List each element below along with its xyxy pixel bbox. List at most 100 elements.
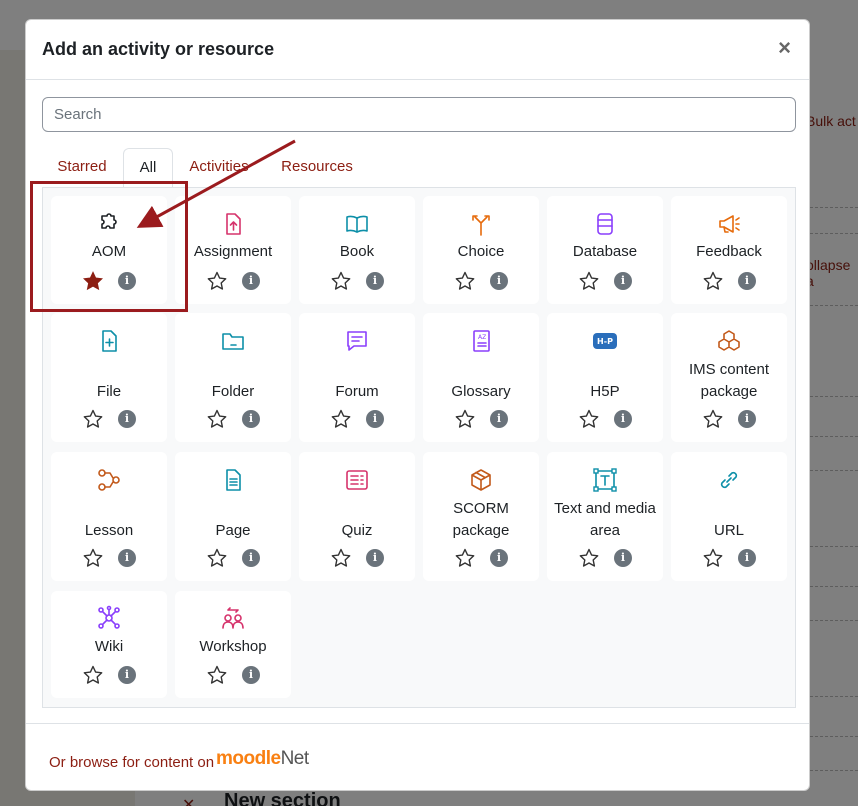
link-icon — [716, 467, 742, 493]
activity-card-workshop[interactable]: Workshop i — [175, 591, 291, 698]
cubes-icon — [716, 328, 742, 354]
info-icon[interactable]: i — [366, 272, 384, 290]
close-button[interactable]: × — [778, 36, 791, 60]
info-icon[interactable]: i — [738, 272, 756, 290]
modal-footer: Or browse for content on moodleNet — [26, 723, 809, 790]
star-icon[interactable] — [331, 548, 351, 568]
activity-name: Quiz — [341, 522, 373, 539]
annotation-highlight-box — [30, 181, 188, 312]
activity-name: IMS content package — [688, 361, 770, 400]
activity-card-lesson[interactable]: Lesson i — [51, 452, 167, 581]
tab-activities[interactable]: Activities — [180, 148, 258, 188]
choice-icon — [468, 211, 494, 237]
star-icon[interactable] — [455, 271, 475, 291]
star-icon[interactable] — [83, 665, 103, 685]
star-icon[interactable] — [207, 409, 227, 429]
info-icon[interactable]: i — [490, 410, 508, 428]
star-icon[interactable] — [207, 665, 227, 685]
book-icon — [344, 211, 370, 237]
assignment-icon — [220, 211, 246, 237]
activity-card-book[interactable]: Book i — [299, 196, 415, 304]
activity-name: Wiki — [94, 638, 124, 655]
activity-name: Feedback — [696, 243, 762, 260]
megaphone-icon — [716, 211, 742, 237]
star-icon[interactable] — [331, 409, 351, 429]
text-frame-icon — [592, 467, 618, 493]
info-icon[interactable]: i — [738, 410, 756, 428]
info-icon[interactable]: i — [738, 549, 756, 567]
star-icon[interactable] — [207, 548, 227, 568]
activity-card-assignment[interactable]: Assignment i — [175, 196, 291, 304]
info-icon[interactable]: i — [366, 410, 384, 428]
folder-icon — [220, 328, 246, 354]
info-icon[interactable]: i — [118, 666, 136, 684]
star-icon[interactable] — [83, 548, 103, 568]
activity-card-h5p[interactable]: H-P H5P i — [547, 313, 663, 442]
activity-name: Database — [572, 243, 638, 260]
h5p-icon: H-P — [592, 328, 618, 354]
star-icon[interactable] — [703, 271, 723, 291]
info-icon[interactable]: i — [366, 549, 384, 567]
activity-name: SCORM package — [452, 500, 510, 539]
star-icon[interactable] — [703, 548, 723, 568]
activity-card-page[interactable]: Page i — [175, 452, 291, 581]
star-icon[interactable] — [455, 409, 475, 429]
star-icon[interactable] — [83, 409, 103, 429]
info-icon[interactable]: i — [242, 272, 260, 290]
star-icon[interactable] — [207, 271, 227, 291]
activity-card-scorm-package[interactable]: SCORM package i — [423, 452, 539, 581]
wiki-icon — [96, 605, 122, 631]
activity-name: Page — [215, 522, 251, 539]
activity-chooser-modal: Add an activity or resource × Starred Al… — [25, 19, 810, 791]
info-icon[interactable]: i — [242, 549, 260, 567]
activity-card-glossary[interactable]: AZ Glossary i — [423, 313, 539, 442]
info-icon[interactable]: i — [490, 272, 508, 290]
activity-card-feedback[interactable]: Feedback i — [671, 196, 787, 304]
activity-card-choice[interactable]: Choice i — [423, 196, 539, 304]
activity-card-forum[interactable]: Forum i — [299, 313, 415, 442]
activity-card-wiki[interactable]: Wiki i — [51, 591, 167, 698]
modal-header: Add an activity or resource × — [26, 20, 809, 80]
forum-icon — [344, 328, 370, 354]
box-icon — [468, 467, 494, 493]
star-icon[interactable] — [579, 409, 599, 429]
info-icon[interactable]: i — [242, 666, 260, 684]
info-icon[interactable]: i — [490, 549, 508, 567]
activity-card-text-and-media-area[interactable]: Text and media area i — [547, 452, 663, 581]
activity-name: Choice — [457, 243, 505, 260]
activity-card-file[interactable]: File i — [51, 313, 167, 442]
info-icon[interactable]: i — [614, 272, 632, 290]
browse-moodlenet-link[interactable]: Or browse for content on — [49, 754, 214, 771]
database-icon — [592, 211, 618, 237]
lesson-icon — [96, 467, 122, 493]
activity-card-database[interactable]: Database i — [547, 196, 663, 304]
modal-title: Add an activity or resource — [42, 39, 275, 59]
quiz-icon — [344, 467, 370, 493]
activity-name: Book — [339, 243, 375, 260]
tab-resources[interactable]: Resources — [270, 148, 364, 188]
star-icon[interactable] — [703, 409, 723, 429]
search-input[interactable] — [42, 97, 796, 132]
svg-text:H-P: H-P — [597, 337, 613, 346]
activity-name: File — [96, 383, 122, 400]
activity-name: Lesson — [84, 522, 134, 539]
activity-card-quiz[interactable]: Quiz i — [299, 452, 415, 581]
activity-name: Text and media area — [554, 500, 656, 539]
activity-name: Folder — [211, 383, 255, 400]
glossary-icon: AZ — [468, 328, 494, 354]
info-icon[interactable]: i — [118, 549, 136, 567]
moodlenet-logo[interactable]: moodleNet — [216, 748, 309, 770]
info-icon[interactable]: i — [118, 410, 136, 428]
activity-card-ims-content-package[interactable]: IMS content package i — [671, 313, 787, 442]
star-icon[interactable] — [455, 548, 475, 568]
star-icon[interactable] — [331, 271, 351, 291]
activity-name: Workshop — [199, 638, 267, 655]
star-icon[interactable] — [579, 271, 599, 291]
info-icon[interactable]: i — [614, 549, 632, 567]
star-icon[interactable] — [579, 548, 599, 568]
info-icon[interactable]: i — [242, 410, 260, 428]
info-icon[interactable]: i — [614, 410, 632, 428]
activity-card-folder[interactable]: Folder i — [175, 313, 291, 442]
activity-card-url[interactable]: URL i — [671, 452, 787, 581]
workshop-icon — [220, 605, 246, 631]
